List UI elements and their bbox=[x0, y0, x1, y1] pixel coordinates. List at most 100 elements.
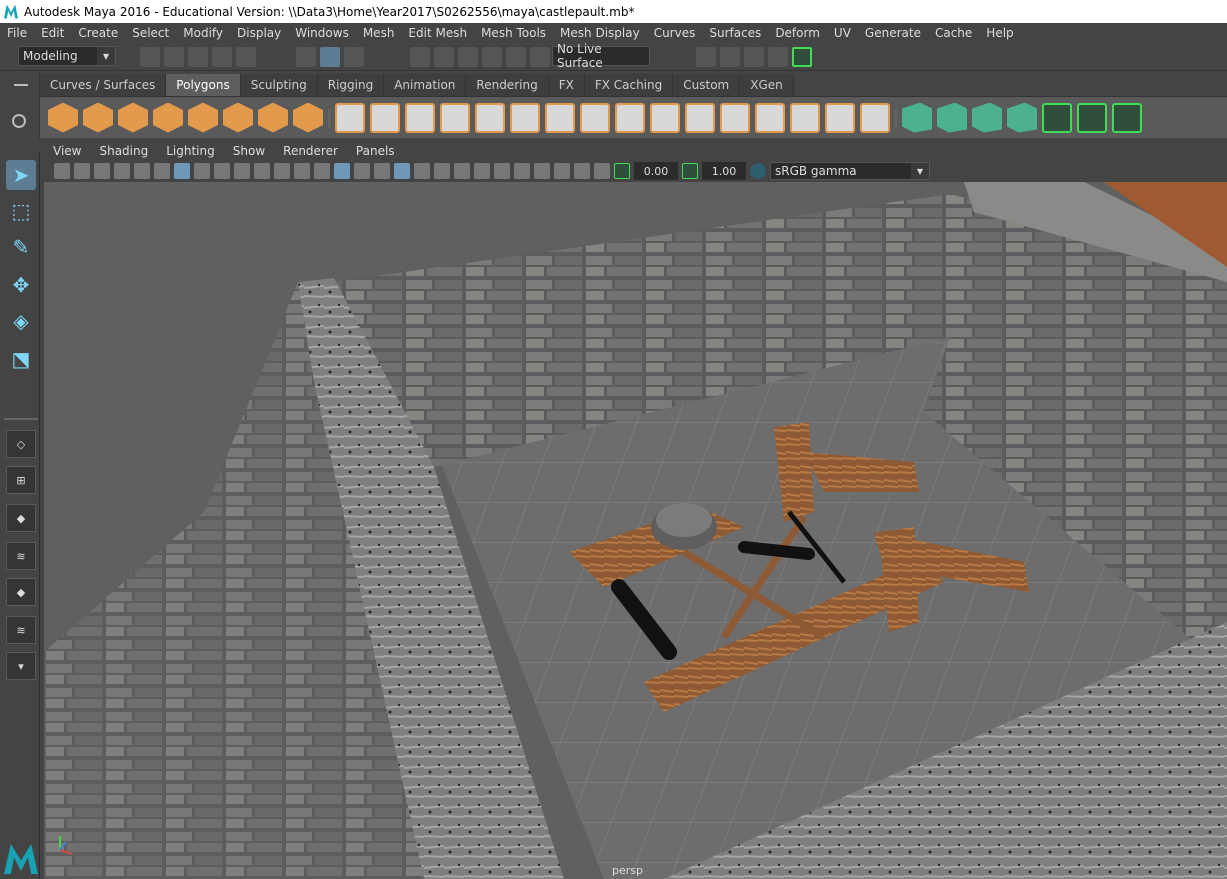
safe-title-icon[interactable] bbox=[294, 163, 310, 179]
menu-modify[interactable]: Modify bbox=[176, 26, 230, 40]
menu-help[interactable]: Help bbox=[979, 26, 1020, 40]
single-perspective-layout-icon[interactable]: ◇ bbox=[6, 430, 36, 458]
motion-blur-icon[interactable] bbox=[474, 163, 490, 179]
undo-icon[interactable] bbox=[212, 47, 232, 67]
shelf-tab-fx[interactable]: FX bbox=[548, 74, 585, 96]
menu-file[interactable]: File bbox=[0, 26, 34, 40]
menu-mesh-display[interactable]: Mesh Display bbox=[553, 26, 647, 40]
menu-windows[interactable]: Windows bbox=[288, 26, 356, 40]
color-management-icon[interactable] bbox=[750, 163, 766, 179]
unfold-uv-icon[interactable] bbox=[1112, 102, 1142, 133]
separate-icon[interactable] bbox=[370, 102, 400, 133]
isolate-select-icon[interactable] bbox=[534, 163, 550, 179]
select-camera-icon[interactable] bbox=[54, 163, 70, 179]
menu-mesh[interactable]: Mesh bbox=[356, 26, 402, 40]
menu-create[interactable]: Create bbox=[71, 26, 125, 40]
menu-display[interactable]: Display bbox=[230, 26, 288, 40]
lasso-tool-icon[interactable]: ⬚ bbox=[6, 196, 36, 226]
shelf-settings-icon[interactable] bbox=[12, 114, 26, 128]
panel-menu-shading[interactable]: Shading bbox=[90, 144, 157, 158]
render-view-icon[interactable] bbox=[696, 47, 716, 67]
menu-set-dropdown[interactable]: Modeling ▾ bbox=[18, 46, 116, 66]
film-gate-icon[interactable] bbox=[194, 163, 210, 179]
append-polygon-icon[interactable] bbox=[685, 102, 715, 133]
snap-curve-icon[interactable] bbox=[434, 47, 454, 67]
shelf-tab-rendering[interactable]: Rendering bbox=[466, 74, 549, 96]
shelf-tab-sculpting[interactable]: Sculpting bbox=[240, 74, 318, 96]
persp-uv-layout-icon[interactable]: ≋ bbox=[6, 616, 36, 644]
select-tool-icon[interactable]: ➤ bbox=[6, 160, 36, 190]
camera-attributes-icon[interactable] bbox=[74, 163, 90, 179]
make-live-icon[interactable] bbox=[506, 47, 526, 67]
use-default-material-icon[interactable] bbox=[374, 163, 390, 179]
menu-cache[interactable]: Cache bbox=[928, 26, 979, 40]
layout-options-icon[interactable]: ▾ bbox=[6, 652, 36, 680]
depth-of-field-icon[interactable] bbox=[514, 163, 530, 179]
panel-menu-renderer[interactable]: Renderer bbox=[274, 144, 347, 158]
snap-surface-icon[interactable] bbox=[530, 47, 550, 67]
extrude-icon[interactable] bbox=[510, 102, 540, 133]
multi-cut-icon[interactable] bbox=[580, 102, 610, 133]
render-frame-icon[interactable] bbox=[720, 47, 740, 67]
exposure-field[interactable]: 0.00 bbox=[634, 162, 678, 180]
boolean-icon[interactable] bbox=[475, 102, 505, 133]
gamma-field[interactable]: 1.00 bbox=[702, 162, 746, 180]
grid-icon[interactable] bbox=[174, 163, 190, 179]
bookmark-icon[interactable] bbox=[94, 163, 110, 179]
field-chart-icon[interactable] bbox=[254, 163, 270, 179]
perspective-viewport[interactable] bbox=[44, 182, 1227, 879]
rotate-tool-icon[interactable]: ◈ bbox=[6, 306, 36, 336]
resolution-gate-icon[interactable] bbox=[214, 163, 230, 179]
combine-icon[interactable] bbox=[335, 102, 365, 133]
menu-select[interactable]: Select bbox=[125, 26, 176, 40]
move-tool-icon[interactable]: ✥ bbox=[6, 270, 36, 300]
poly-cube-icon[interactable] bbox=[83, 102, 113, 133]
panel-menu-lighting[interactable]: Lighting bbox=[157, 144, 224, 158]
live-surface-field[interactable]: No Live Surface bbox=[552, 42, 650, 70]
open-scene-icon[interactable] bbox=[164, 47, 184, 67]
menu-curves[interactable]: Curves bbox=[647, 26, 703, 40]
uv-editor-icon[interactable] bbox=[1042, 102, 1072, 133]
bridge-icon[interactable] bbox=[545, 102, 575, 133]
persp-outliner-layout-icon[interactable]: ◆ bbox=[6, 504, 36, 532]
shelf-tab-animation[interactable]: Animation bbox=[384, 74, 467, 96]
xray-icon[interactable] bbox=[554, 163, 570, 179]
poly-sphere-icon[interactable] bbox=[48, 102, 78, 133]
menu-surfaces[interactable]: Surfaces bbox=[702, 26, 768, 40]
scale-tool-icon[interactable]: ⬔ bbox=[6, 344, 36, 374]
menu-edit[interactable]: Edit bbox=[34, 26, 71, 40]
poly-plane-icon[interactable] bbox=[188, 102, 218, 133]
xray-joints-icon[interactable] bbox=[574, 163, 590, 179]
menu-mesh-tools[interactable]: Mesh Tools bbox=[474, 26, 553, 40]
image-plane-icon[interactable] bbox=[114, 163, 130, 179]
persp-graph-layout-icon[interactable]: ≋ bbox=[6, 542, 36, 570]
poly-torus-icon[interactable] bbox=[223, 102, 253, 133]
planar-mapping-icon[interactable] bbox=[902, 102, 932, 133]
fill-hole-icon[interactable] bbox=[650, 102, 680, 133]
snap-point-icon[interactable] bbox=[458, 47, 478, 67]
anti-aliasing-icon[interactable] bbox=[494, 163, 510, 179]
use-all-lights-icon[interactable] bbox=[414, 163, 430, 179]
wireframe-on-shaded-icon[interactable] bbox=[354, 163, 370, 179]
xray-components-icon[interactable] bbox=[594, 163, 610, 179]
select-hierarchy-icon[interactable] bbox=[296, 47, 316, 67]
hypershade-layout-icon[interactable]: ◆ bbox=[6, 578, 36, 606]
shelf-tab-custom[interactable]: Custom bbox=[673, 74, 741, 96]
redo-icon[interactable] bbox=[236, 47, 256, 67]
checker-map-icon[interactable] bbox=[1077, 102, 1107, 133]
panel-menu-view[interactable]: View bbox=[44, 144, 90, 158]
render-settings-icon[interactable] bbox=[768, 47, 788, 67]
ipr-render-icon[interactable] bbox=[744, 47, 764, 67]
gamma-icon[interactable] bbox=[682, 163, 698, 179]
select-component-icon[interactable] bbox=[344, 47, 364, 67]
wireframe-icon[interactable] bbox=[314, 163, 330, 179]
shelf-tab-fx-caching[interactable]: FX Caching bbox=[584, 74, 674, 96]
view-transform-dropdown[interactable]: sRGB gamma ▾ bbox=[770, 162, 930, 180]
select-object-icon[interactable] bbox=[320, 47, 340, 67]
panel-menu-show[interactable]: Show bbox=[224, 144, 274, 158]
offset-edge-loop-icon[interactable] bbox=[755, 102, 785, 133]
grease-pencil-icon[interactable] bbox=[154, 163, 170, 179]
poly-cylinder-icon[interactable] bbox=[118, 102, 148, 133]
exposure-icon[interactable] bbox=[614, 163, 630, 179]
smooth-shade-icon[interactable] bbox=[334, 163, 350, 179]
